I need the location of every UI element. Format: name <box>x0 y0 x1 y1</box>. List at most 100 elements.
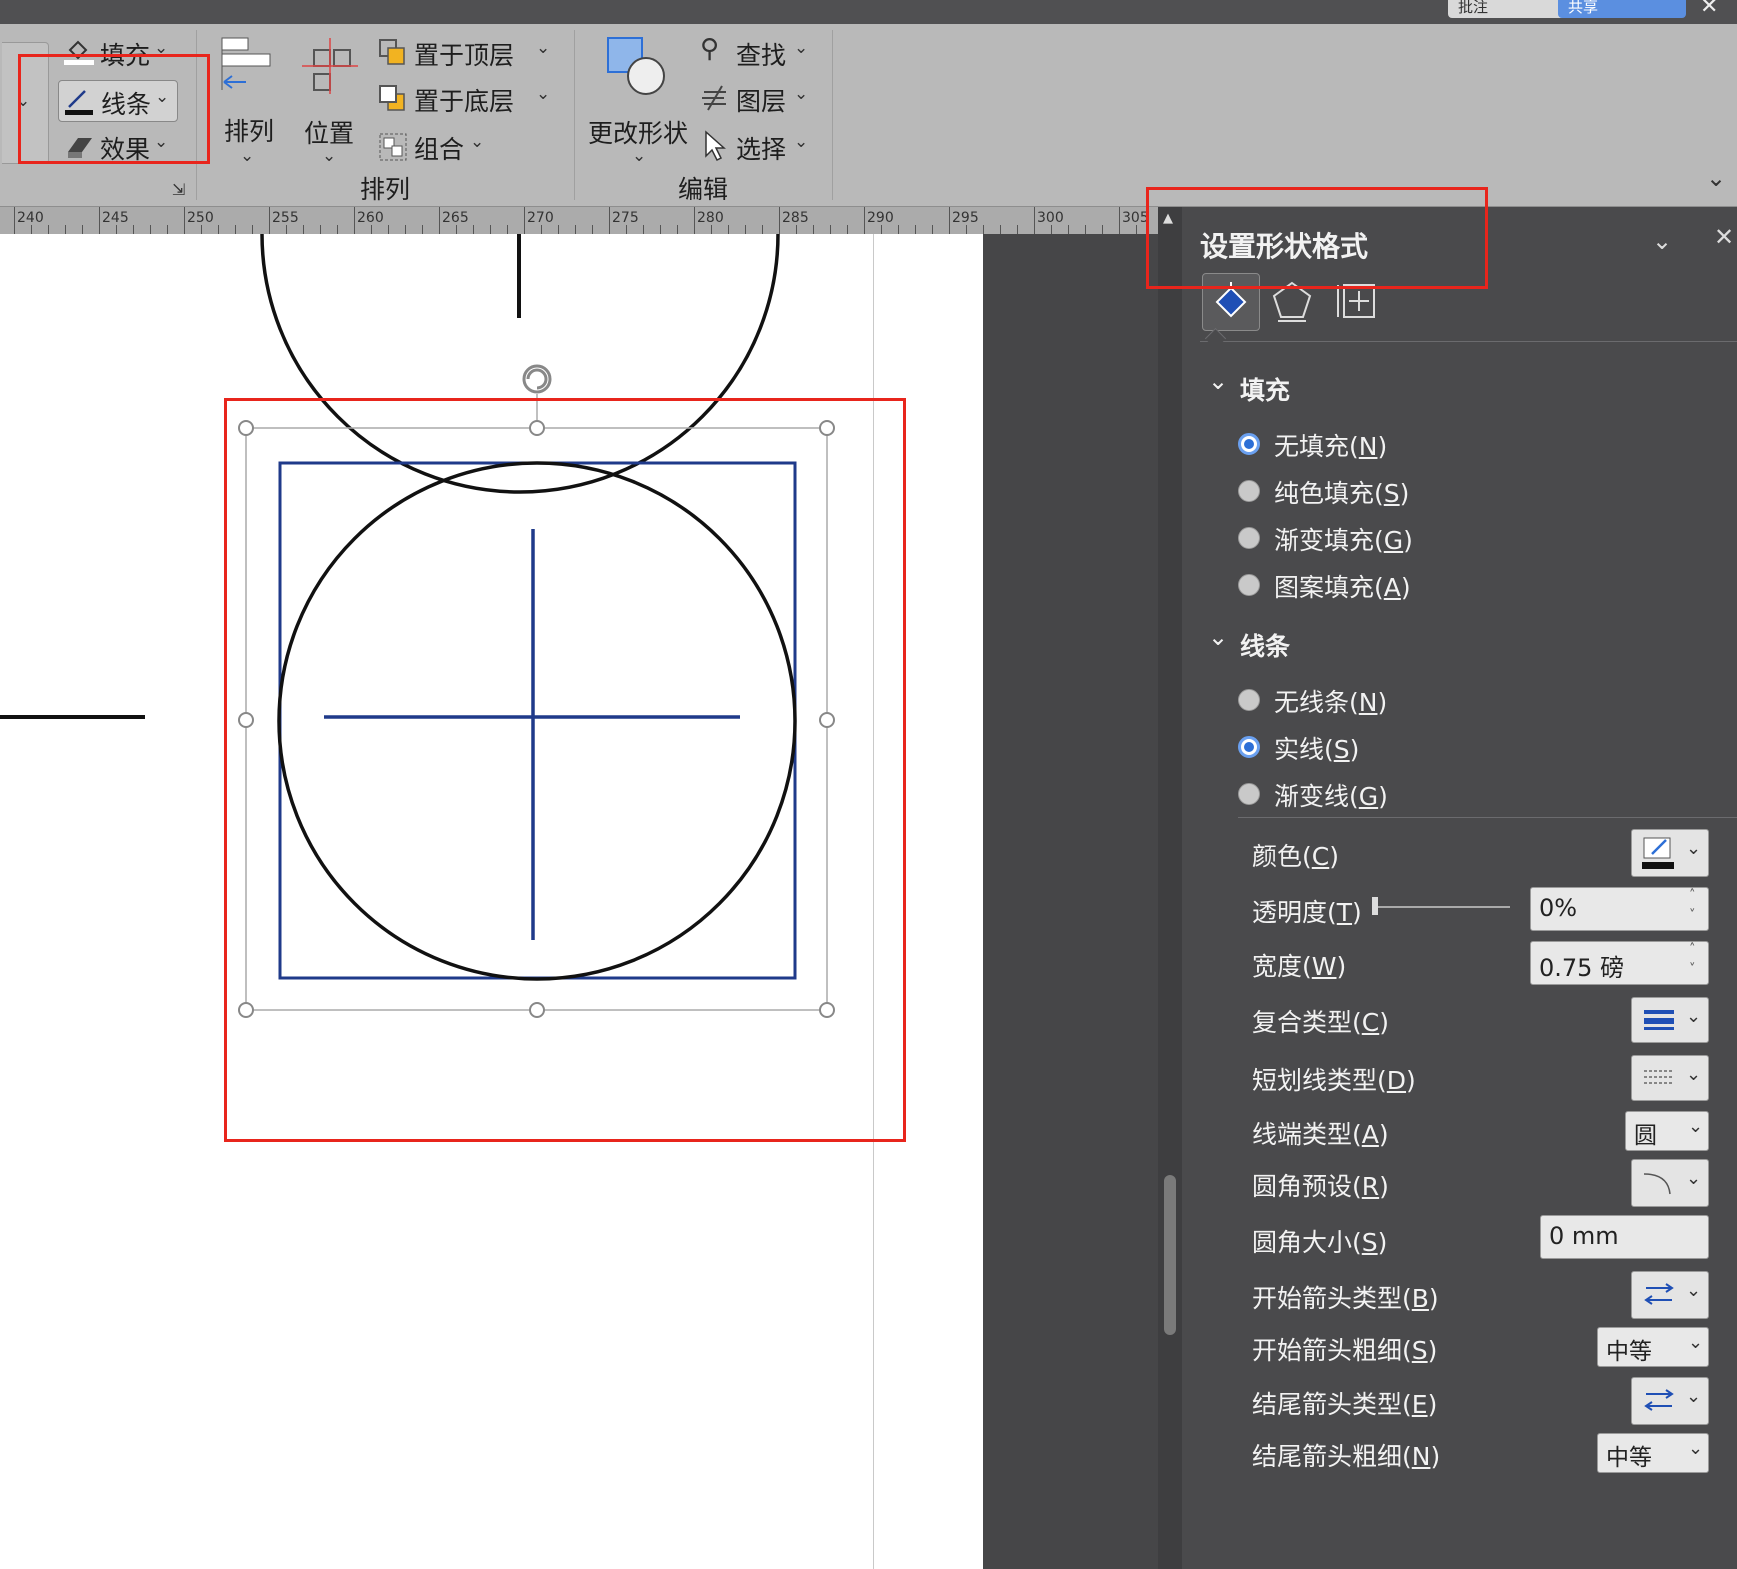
radio-button <box>1238 527 1260 549</box>
ruler-minor-tick <box>881 225 882 234</box>
ruler-minor-tick <box>65 225 66 234</box>
radio-button <box>1238 433 1260 455</box>
ruler-minor-tick <box>830 225 831 234</box>
dropdown-value: 中等 <box>1606 1339 1652 1365</box>
change-shape-icon <box>607 37 665 95</box>
corner-preset-dropdown[interactable]: ⌄ <box>1631 1159 1709 1207</box>
title-strip: 批注 共享 ✕ <box>0 0 1737 24</box>
transparency-spinner[interactable]: 0% ˄ ˅ <box>1530 887 1709 931</box>
collapse-ribbon-icon[interactable]: ⌄ <box>1706 164 1726 192</box>
ruler-major-tick <box>269 207 270 234</box>
chevron-down-icon: ⌄ <box>322 146 337 166</box>
vertical-scrollbar[interactable]: ▲ <box>1158 207 1182 1569</box>
ruler-major-tick <box>439 207 440 234</box>
ruler-minor-tick <box>507 225 508 234</box>
position-button[interactable]: 位置 ⌄ <box>296 36 360 176</box>
fill-section-header[interactable]: ⌄ 填充 <box>1208 367 1508 407</box>
end-arrow-type-dropdown[interactable]: ⌄ <box>1631 1377 1709 1425</box>
begin-arrow-size-label: 开始箭头粗细(S) <box>1252 1336 1438 1365</box>
arrange-button[interactable]: 排列 ⌄ <box>216 36 276 176</box>
spin-up-icon[interactable]: ˄ <box>1689 888 1696 903</box>
group-button[interactable]: 组合 ⌄ <box>378 128 498 166</box>
chevron-down-icon: ⌄ <box>1688 1438 1704 1459</box>
spin-down-icon[interactable]: ˅ <box>1689 962 1696 977</box>
corner-size-input[interactable]: 0 mm <box>1540 1215 1709 1259</box>
change-shape-button[interactable]: 更改形状 ⌄ <box>588 36 688 176</box>
spinner-value: 0.75 磅 <box>1539 954 1625 982</box>
search-icon: ⚲ <box>700 34 720 64</box>
begin-arrow-type-dropdown[interactable]: ⌄ <box>1631 1271 1709 1319</box>
workspace-gray-area <box>983 234 1158 1569</box>
position-label: 位置 <box>304 119 355 148</box>
layer-label: 图层 <box>736 87 787 116</box>
cap-type-dropdown[interactable]: 圆 ⌄ <box>1625 1111 1709 1151</box>
select-button[interactable]: 选择 ⌄ <box>700 128 820 166</box>
ribbon: ⌄ 填充 ⌄ 线条 ⌄ 效果 ⌄ ⇲ 排列 ⌄ 位置 ⌄ 置于顶层 ⌄ 置于底层… <box>0 24 1737 207</box>
highlight-box <box>224 398 906 1142</box>
end-arrow-size-dropdown[interactable]: 中等 ⌄ <box>1597 1433 1709 1473</box>
ruler-minor-tick <box>490 225 491 234</box>
ruler-minor-tick <box>575 225 576 234</box>
ruler-label: 245 <box>102 210 129 226</box>
radio-no-fill[interactable]: 无填充(N) <box>1238 425 1638 465</box>
share-button[interactable]: 共享 <box>1558 0 1686 18</box>
radio-no-line[interactable]: 无线条(N) <box>1238 681 1638 721</box>
line-section-header[interactable]: ⌄ 线条 <box>1208 623 1508 663</box>
scrollbar-thumb[interactable] <box>1164 1175 1176 1335</box>
ruler-minor-tick <box>660 225 661 234</box>
ruler-minor-tick <box>320 225 321 234</box>
dash-type-dropdown[interactable]: ⌄ <box>1631 1055 1709 1101</box>
close-pane-icon[interactable]: ✕ <box>1714 223 1734 251</box>
ruler-minor-tick <box>82 225 83 234</box>
ruler-minor-tick <box>252 225 253 234</box>
color-picker-button[interactable]: ⌄ <box>1631 829 1709 877</box>
width-spinner[interactable]: 0.75 磅 ˄ ˅ <box>1530 941 1709 985</box>
ruler-label: 240 <box>17 210 44 226</box>
layer-button[interactable]: 图层 ⌄ <box>700 80 820 118</box>
ruler-minor-tick <box>541 225 542 234</box>
radio-solid-line[interactable]: 实线(S) <box>1238 728 1638 768</box>
ruler-minor-tick <box>235 225 236 234</box>
radio-label: 渐变线(G) <box>1274 782 1388 811</box>
send-to-back-button[interactable]: 置于底层 ⌄ <box>378 80 558 118</box>
chevron-down-icon: ⌄ <box>1686 838 1702 859</box>
bring-to-front-button[interactable]: 置于顶层 ⌄ <box>378 34 558 72</box>
divider <box>574 30 575 200</box>
begin-arrow-size-dropdown[interactable]: 中等 ⌄ <box>1597 1327 1709 1367</box>
pane-options-chevron-icon[interactable]: ⌄ <box>1652 227 1672 255</box>
radio-label: 无填充(N) <box>1274 432 1388 461</box>
radio-gradient-line[interactable]: 渐变线(G) <box>1238 775 1638 815</box>
ruler-major-tick <box>14 207 15 234</box>
radio-pattern-fill[interactable]: 图案填充(A) <box>1238 566 1638 606</box>
ruler-major-tick <box>779 207 780 234</box>
chevron-down-icon: ⌄ <box>470 132 485 152</box>
spin-up-icon[interactable]: ˄ <box>1689 942 1696 957</box>
drawing-canvas[interactable] <box>0 234 983 1569</box>
chevron-down-icon: ⌄ <box>632 146 647 166</box>
radio-label: 实线(S) <box>1274 735 1360 764</box>
ruler-minor-tick <box>711 225 712 234</box>
ruler-minor-tick <box>1068 225 1069 234</box>
compound-lines-icon <box>1644 1010 1674 1030</box>
comments-button[interactable]: 批注 <box>1448 0 1576 18</box>
find-button[interactable]: ⚲ 查找 ⌄ <box>700 34 820 72</box>
transparency-slider[interactable] <box>1376 906 1510 908</box>
group-icon <box>379 133 407 161</box>
dropdown-value: 中等 <box>1606 1445 1652 1471</box>
chevron-down-icon: ⌄ <box>794 84 809 104</box>
change-shape-label: 更改形状 <box>588 119 689 148</box>
chevron-down-icon: ⌄ <box>794 38 809 58</box>
radio-gradient-fill[interactable]: 渐变填充(G) <box>1238 519 1638 559</box>
radio-solid-fill[interactable]: 纯色填充(S) <box>1238 472 1638 512</box>
horizontal-ruler: 240 245 250 255 260 265 270 275 280 285 290 295 300 3… <box>0 207 1160 235</box>
spin-down-icon[interactable]: ˅ <box>1689 908 1696 923</box>
format-shape-pane: 设置形状格式 ⌄ ✕ ⌄ 填充 无填充(N) 纯色填充(S) 渐变填充(G) 图… <box>1182 207 1737 1569</box>
compound-type-dropdown[interactable]: ⌄ <box>1631 997 1709 1043</box>
dialog-launcher-icon[interactable]: ⇲ <box>172 180 185 199</box>
ruler-label: 290 <box>867 210 894 226</box>
close-icon[interactable]: ✕ <box>1700 0 1718 19</box>
radio-label: 渐变填充(G) <box>1274 526 1413 555</box>
slider-thumb[interactable] <box>1372 897 1378 915</box>
ruler-minor-tick <box>1102 225 1103 234</box>
tab-pointer <box>1204 327 1227 350</box>
